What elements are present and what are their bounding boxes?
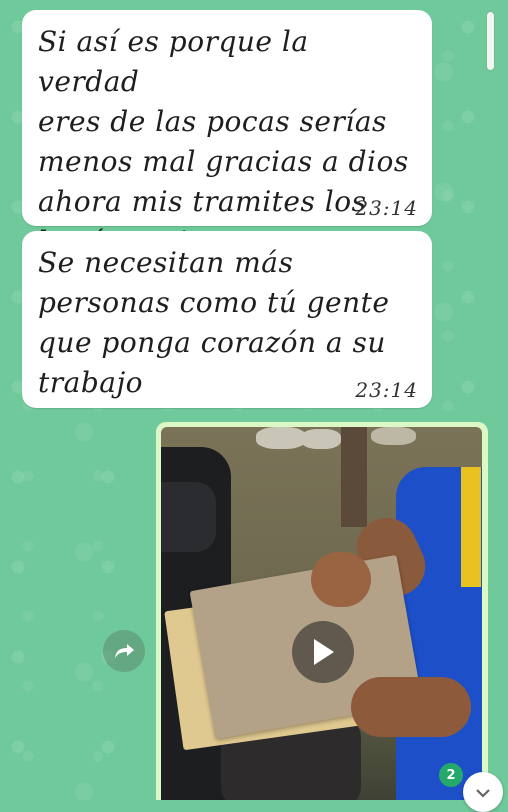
- scrollbar[interactable]: [487, 12, 494, 70]
- message-time: 23:14: [355, 378, 418, 402]
- unread-count-badge: 2: [439, 763, 463, 787]
- message-time: 23:14: [355, 196, 418, 220]
- video-thumbnail[interactable]: [161, 427, 482, 800]
- video-message-bubble[interactable]: [156, 422, 488, 800]
- forward-icon[interactable]: [103, 630, 145, 672]
- chevron-down-icon: [475, 783, 491, 802]
- play-icon[interactable]: [292, 621, 354, 683]
- message-bubble[interactable]: Si así es porque la verdad eres de las p…: [22, 10, 432, 258]
- scroll-down-button[interactable]: [463, 772, 503, 812]
- message-bubble[interactable]: Se necesitan más personas como tú gente …: [22, 231, 432, 408]
- message-text: Si así es porque la verdad eres de las p…: [38, 25, 409, 258]
